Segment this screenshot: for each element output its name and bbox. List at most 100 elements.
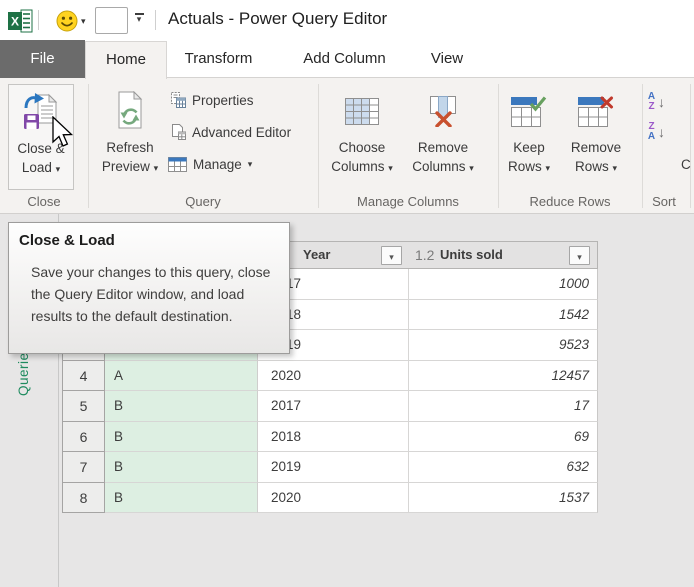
units-cell[interactable]: 12457 bbox=[409, 361, 598, 392]
group-divider bbox=[642, 84, 643, 208]
tab-home[interactable]: Home bbox=[85, 41, 167, 79]
manage-button[interactable]: Manage ▾ bbox=[168, 153, 252, 175]
choose-columns-icon bbox=[345, 84, 379, 138]
sort-descending-button[interactable]: Z A ↓ bbox=[646, 118, 682, 145]
query-group-label: Query bbox=[92, 194, 314, 209]
group-divider bbox=[690, 84, 691, 208]
choose-columns-button[interactable]: Choose Columns ▾ bbox=[322, 84, 402, 190]
sort-az-icon: A Z bbox=[646, 92, 657, 111]
close-and-load-tooltip: Close & Load Save your changes to this q… bbox=[8, 222, 290, 354]
sort-ascending-button[interactable]: A Z ↓ bbox=[646, 88, 682, 115]
chevron-down-icon: ▾ bbox=[546, 163, 551, 173]
titlebar-divider bbox=[155, 10, 156, 30]
group-divider bbox=[88, 84, 89, 208]
year-cell[interactable]: 2017 bbox=[258, 391, 409, 422]
tab-transform[interactable]: Transform bbox=[180, 40, 257, 78]
keep-rows-button[interactable]: Keep Rows ▾ bbox=[500, 84, 558, 190]
manage-icon bbox=[168, 157, 187, 172]
properties-button[interactable]: Properties bbox=[170, 89, 254, 111]
group-divider bbox=[318, 84, 319, 208]
chevron-down-icon: ▾ bbox=[154, 163, 159, 173]
row-number-cell[interactable]: 8 bbox=[62, 483, 105, 514]
table-row: 7 B 2019 632 bbox=[62, 452, 598, 483]
close-and-load-label-line2: Load bbox=[22, 160, 52, 175]
table-row: 8 B 2020 1537 bbox=[62, 483, 598, 514]
remove-columns-icon bbox=[426, 84, 460, 138]
units-cell[interactable]: 9523 bbox=[409, 330, 598, 361]
product-cell[interactable]: B bbox=[105, 452, 258, 483]
choose-columns-label-line2: Columns bbox=[331, 159, 384, 174]
year-cell[interactable]: 2020 bbox=[258, 483, 409, 514]
row-number-cell[interactable]: 5 bbox=[62, 391, 105, 422]
excel-logo-icon: X bbox=[8, 9, 34, 33]
table-row: 4 A 2020 12457 bbox=[62, 361, 598, 392]
quick-access-button[interactable] bbox=[95, 7, 128, 34]
remove-rows-button[interactable]: Remove Rows ▾ bbox=[560, 84, 632, 190]
units-cell[interactable]: 632 bbox=[409, 452, 598, 483]
year-cell[interactable]: 2020 bbox=[258, 361, 409, 392]
manage-label: Manage bbox=[193, 157, 242, 172]
row-number-cell[interactable]: 7 bbox=[62, 452, 105, 483]
remove-columns-button[interactable]: Remove Columns ▾ bbox=[402, 84, 484, 190]
product-cell[interactable]: B bbox=[105, 391, 258, 422]
year-cell[interactable]: 2019 bbox=[258, 452, 409, 483]
product-cell[interactable]: B bbox=[105, 483, 258, 514]
row-number-cell[interactable]: 4 bbox=[62, 361, 105, 392]
keep-rows-label-line2: Rows bbox=[508, 159, 542, 174]
manage-columns-group-label: Manage Columns bbox=[322, 194, 494, 209]
reduce-rows-group-label: Reduce Rows bbox=[502, 194, 638, 209]
units-cell[interactable]: 1542 bbox=[409, 300, 598, 331]
refresh-preview-label-line2: Preview bbox=[102, 159, 150, 174]
properties-icon bbox=[170, 92, 186, 108]
remove-rows-label-line1: Remove bbox=[571, 138, 621, 157]
units-cell[interactable]: 69 bbox=[409, 422, 598, 453]
arrow-down-icon: ↓ bbox=[658, 94, 665, 110]
close-group-label: Close bbox=[4, 194, 84, 209]
units-cell[interactable]: 1000 bbox=[409, 269, 598, 300]
tooltip-body: Save your changes to this query, close t… bbox=[31, 261, 277, 327]
product-cell[interactable]: B bbox=[105, 422, 258, 453]
remove-columns-label-line2: Columns bbox=[412, 159, 465, 174]
quick-access-dropdown-icon[interactable]: ▾ bbox=[134, 13, 144, 23]
keep-rows-icon bbox=[511, 84, 547, 138]
sort-za-icon: Z A bbox=[646, 122, 657, 141]
tab-view[interactable]: View bbox=[418, 40, 476, 78]
remove-columns-label-line1: Remove bbox=[418, 138, 468, 157]
sort-group-label: Sort bbox=[642, 194, 686, 209]
keep-rows-label-line1: Keep bbox=[513, 138, 545, 157]
remove-rows-icon bbox=[578, 84, 614, 138]
mouse-cursor-icon bbox=[52, 116, 76, 150]
chevron-down-icon: ▾ bbox=[577, 252, 582, 262]
choose-columns-label-line1: Choose bbox=[339, 138, 386, 157]
properties-label: Properties bbox=[192, 93, 254, 108]
units-filter-dropdown-button[interactable]: ▾ bbox=[569, 246, 590, 265]
units-cell[interactable]: 17 bbox=[409, 391, 598, 422]
window-title: Actuals - Power Query Editor bbox=[168, 9, 387, 29]
tab-add-column[interactable]: Add Column bbox=[293, 40, 396, 78]
units-sold-column-name: Units sold bbox=[440, 242, 503, 268]
tab-file[interactable]: File bbox=[0, 40, 85, 78]
year-cell[interactable]: 2018 bbox=[258, 422, 409, 453]
advanced-editor-icon bbox=[170, 124, 186, 140]
refresh-preview-label-line1: Refresh bbox=[106, 138, 153, 157]
smiley-dropdown-icon[interactable]: ▾ bbox=[81, 16, 86, 27]
advanced-editor-button[interactable]: Advanced Editor bbox=[170, 121, 291, 143]
chevron-down-icon: ▾ bbox=[613, 163, 618, 173]
chevron-down-icon: ▾ bbox=[56, 164, 61, 174]
group-divider bbox=[498, 84, 499, 208]
year-filter-dropdown-button[interactable]: ▾ bbox=[381, 246, 402, 265]
table-row: 6 B 2018 69 bbox=[62, 422, 598, 453]
row-number-cell[interactable]: 6 bbox=[62, 422, 105, 453]
units-sold-header-cell[interactable]: 1.2 Units sold ▾ bbox=[409, 241, 598, 269]
chevron-down-icon: ▾ bbox=[389, 252, 394, 262]
clipped-next-group-text: C bbox=[681, 157, 691, 172]
refresh-preview-button[interactable]: Refresh Preview ▾ bbox=[94, 84, 166, 190]
year-column-name: Year bbox=[303, 242, 330, 268]
advanced-editor-label: Advanced Editor bbox=[192, 125, 291, 140]
decimal-type-icon[interactable]: 1.2 bbox=[415, 242, 434, 268]
units-cell[interactable]: 1537 bbox=[409, 483, 598, 514]
power-query-editor-window: X ▾ ▾ Actuals - Power Query Editor File … bbox=[0, 0, 694, 587]
feedback-smiley-icon[interactable] bbox=[56, 10, 78, 32]
product-cell[interactable]: A bbox=[105, 361, 258, 392]
svg-text:X: X bbox=[11, 15, 19, 29]
